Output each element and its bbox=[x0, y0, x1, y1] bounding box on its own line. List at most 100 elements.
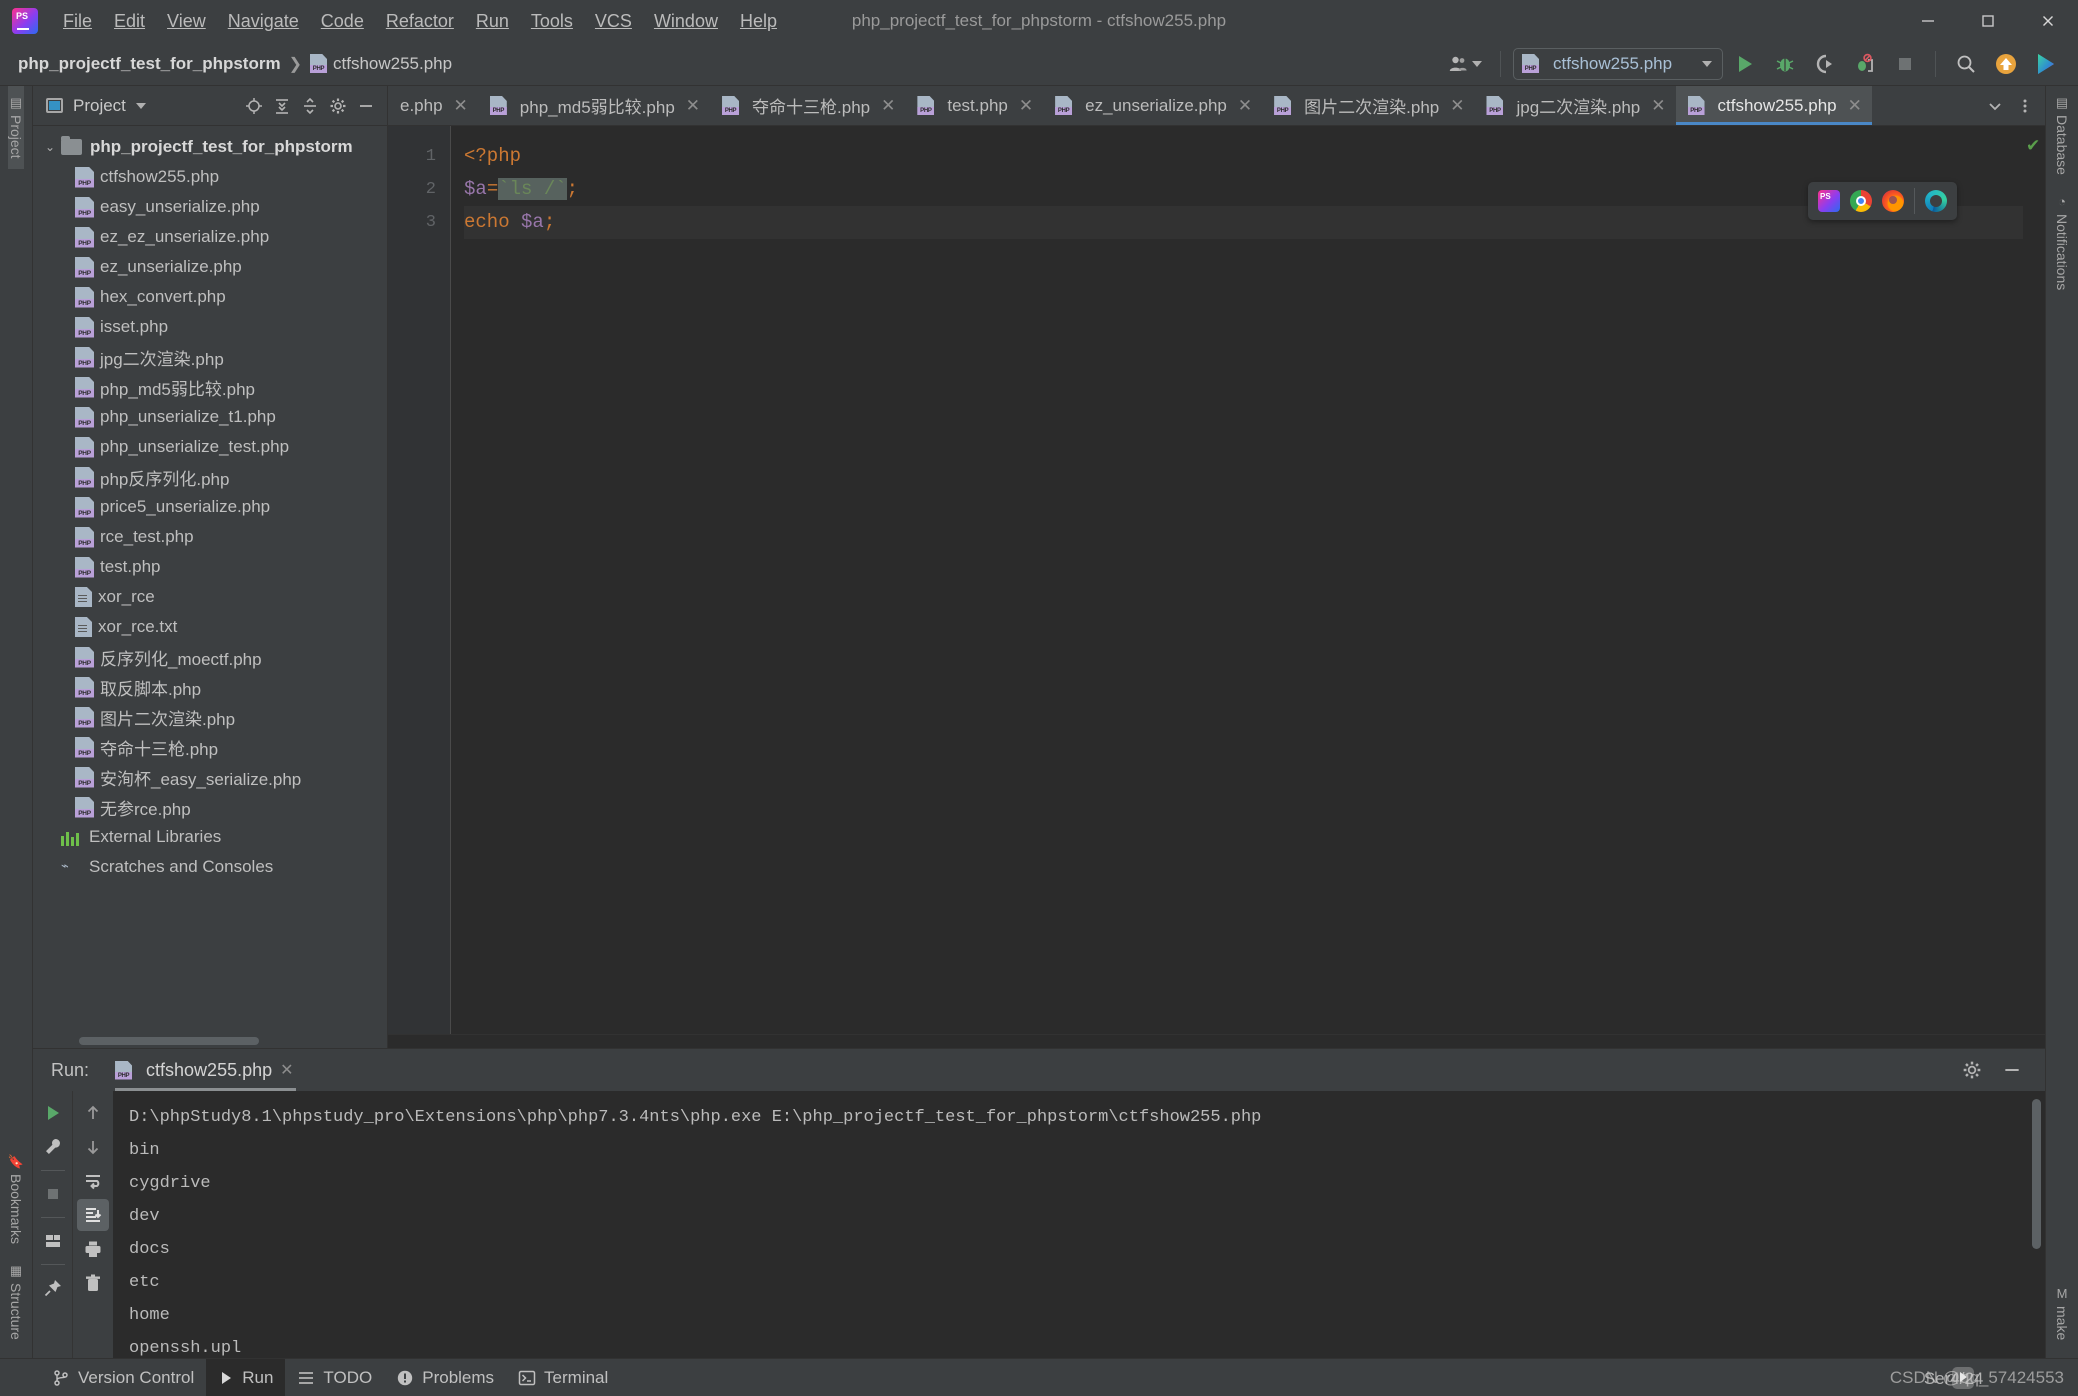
editor-tab-close-icon[interactable]: ✕ bbox=[881, 96, 895, 116]
editor-tab[interactable]: test.php ✕ bbox=[905, 86, 1043, 125]
status-version-control[interactable]: Version Control bbox=[40, 1359, 206, 1396]
select-opened-file-icon[interactable] bbox=[241, 93, 267, 119]
rail-item-database[interactable]: ▤ Database bbox=[2054, 86, 2070, 185]
tree-item[interactable]: 反序列化_moectf.php bbox=[33, 642, 387, 672]
project-horizontal-scrollbar[interactable] bbox=[33, 1034, 387, 1048]
minimize-button[interactable] bbox=[1898, 0, 1958, 42]
tree-item[interactable]: 夺命十三枪.php bbox=[33, 732, 387, 762]
update-project-button[interactable] bbox=[1988, 48, 2024, 80]
tree-item[interactable]: easy_unserialize.php bbox=[33, 192, 387, 222]
tree-item[interactable]: test.php bbox=[33, 552, 387, 582]
tree-item[interactable]: 图片二次渲染.php bbox=[33, 702, 387, 732]
tree-item[interactable]: ⌄ php_projectf_test_for_phpstorm bbox=[33, 132, 387, 162]
menu-view[interactable]: View bbox=[156, 7, 217, 36]
maximize-button[interactable] bbox=[1958, 0, 2018, 42]
clear-all-button[interactable] bbox=[77, 1267, 109, 1299]
status-run[interactable]: Run bbox=[206, 1359, 286, 1396]
tree-item[interactable]: xor_rce.txt bbox=[33, 612, 387, 642]
code-line[interactable]: <?php bbox=[464, 140, 2023, 173]
editor-tab-close-icon[interactable]: ✕ bbox=[1450, 96, 1464, 116]
pin-tab-button[interactable] bbox=[37, 1272, 69, 1304]
menu-tools[interactable]: Tools bbox=[520, 7, 584, 36]
scroll-to-end-button[interactable] bbox=[77, 1199, 109, 1231]
menu-edit[interactable]: Edit bbox=[103, 7, 156, 36]
stop-button[interactable] bbox=[1887, 48, 1923, 80]
status-todo[interactable]: TODO bbox=[285, 1359, 384, 1396]
tree-item[interactable]: 无参rce.php bbox=[33, 792, 387, 822]
rail-item-notifications[interactable]: ◔ Notifications bbox=[2054, 185, 2070, 300]
tree-item[interactable]: php反序列化.php bbox=[33, 462, 387, 492]
hide-run-panel-icon[interactable] bbox=[1997, 1055, 2027, 1085]
account-button[interactable] bbox=[1442, 50, 1488, 78]
editor-tab-close-icon[interactable]: ✕ bbox=[1019, 96, 1033, 116]
run-with-coverage-button[interactable] bbox=[1807, 48, 1843, 80]
tab-options-icon[interactable] bbox=[2011, 92, 2039, 120]
project-file-tree[interactable]: ⌄ php_projectf_test_for_phpstorm ctfshow25… bbox=[33, 126, 387, 1034]
editor-tab-close-icon[interactable]: ✕ bbox=[1651, 96, 1665, 116]
editor-tab-close-icon[interactable]: ✕ bbox=[686, 96, 700, 116]
menu-window[interactable]: Window bbox=[643, 7, 729, 36]
tree-item[interactable]: External Libraries bbox=[33, 822, 387, 852]
run-settings-gear-icon[interactable] bbox=[1957, 1055, 1987, 1085]
tree-item[interactable]: isset.php bbox=[33, 312, 387, 342]
project-settings-gear-icon[interactable] bbox=[325, 93, 351, 119]
tree-item[interactable]: rce_test.php bbox=[33, 522, 387, 552]
tree-item[interactable]: ⌁ Scratches and Consoles bbox=[33, 852, 387, 882]
debug-button[interactable] bbox=[1767, 48, 1803, 80]
open-in-firefox-icon[interactable] bbox=[1882, 190, 1904, 212]
console-vertical-scrollbar[interactable] bbox=[2032, 1099, 2041, 1342]
editor-horizontal-scrollbar[interactable] bbox=[388, 1034, 2045, 1048]
menu-navigate[interactable]: Navigate bbox=[217, 7, 310, 36]
open-in-phpstorm-icon[interactable] bbox=[1818, 190, 1840, 212]
run-panel-tab[interactable]: ctfshow255.php ✕ bbox=[111, 1056, 304, 1091]
menu-file[interactable]: File bbox=[52, 7, 103, 36]
tree-item[interactable]: php_unserialize_t1.php bbox=[33, 402, 387, 432]
editor-tab-close-icon[interactable]: ✕ bbox=[1238, 96, 1252, 116]
editor-tab[interactable]: 图片二次渲染.php ✕ bbox=[1262, 86, 1474, 125]
menu-help[interactable]: Help bbox=[729, 7, 788, 36]
search-everywhere-button[interactable] bbox=[1948, 48, 1984, 80]
tree-item[interactable]: price5_unserialize.php bbox=[33, 492, 387, 522]
tree-item[interactable]: php_unserialize_test.php bbox=[33, 432, 387, 462]
editor-tab-close-icon[interactable]: ✕ bbox=[1848, 96, 1862, 116]
menu-vcs[interactable]: VCS bbox=[584, 7, 643, 36]
close-button[interactable] bbox=[2018, 0, 2078, 42]
open-in-chrome-icon[interactable] bbox=[1850, 190, 1872, 212]
tree-item[interactable]: php_md5弱比较.php bbox=[33, 372, 387, 402]
print-button[interactable] bbox=[77, 1233, 109, 1265]
tree-item[interactable]: 安洵杯_easy_serialize.php bbox=[33, 762, 387, 792]
tree-item[interactable]: jpg二次渲染.php bbox=[33, 342, 387, 372]
rerun-button[interactable] bbox=[37, 1097, 69, 1129]
editor-tab[interactable]: jpg二次渲染.php ✕ bbox=[1474, 86, 1675, 125]
tree-item[interactable]: xor_rce bbox=[33, 582, 387, 612]
editor-tab[interactable]: 夺命十三枪.php ✕ bbox=[710, 86, 905, 125]
breadcrumb-project[interactable]: php_projectf_test_for_phpstorm bbox=[18, 54, 281, 74]
hide-panel-icon[interactable] bbox=[353, 93, 379, 119]
tree-expand-chevron-icon[interactable]: ⌄ bbox=[39, 140, 61, 154]
layout-settings-button[interactable] bbox=[37, 1225, 69, 1257]
editor-tab-close-icon[interactable]: ✕ bbox=[454, 96, 468, 116]
soft-wrap-button[interactable] bbox=[77, 1165, 109, 1197]
run-configuration-selector[interactable]: ctfshow255.php bbox=[1513, 47, 1723, 80]
rail-item-make[interactable]: M make bbox=[2054, 1277, 2070, 1350]
status-problems[interactable]: Problems bbox=[384, 1359, 506, 1396]
run-console-output[interactable]: D:\phpStudy8.1\phpstudy_pro\Extensions\p… bbox=[113, 1091, 2045, 1358]
edit-configuration-button[interactable] bbox=[37, 1131, 69, 1163]
open-in-edge-icon[interactable] bbox=[1925, 190, 1947, 212]
code-line[interactable]: echo $a; bbox=[464, 206, 2023, 239]
run-tab-close-icon[interactable]: ✕ bbox=[280, 1060, 293, 1080]
collapse-all-icon[interactable] bbox=[297, 93, 323, 119]
tree-item[interactable]: ez_unserialize.php bbox=[33, 252, 387, 282]
menu-code[interactable]: Code bbox=[310, 7, 375, 36]
code-line[interactable]: $a=`ls /`; bbox=[464, 173, 2023, 206]
code-content[interactable]: <?php $a=`ls /`; echo $a; bbox=[450, 126, 2023, 1034]
code-editor[interactable]: 123 <?php $a=`ls /`; echo $a; ✔ bbox=[388, 126, 2045, 1034]
project-view-chevron-down-icon[interactable] bbox=[135, 102, 146, 109]
expand-all-icon[interactable] bbox=[269, 93, 295, 119]
down-stack-button[interactable] bbox=[77, 1131, 109, 1163]
editor-tab[interactable]: e.php ✕ bbox=[388, 86, 478, 125]
idea-feature-button[interactable] bbox=[2028, 48, 2064, 80]
menu-refactor[interactable]: Refactor bbox=[375, 7, 465, 36]
editor-tab[interactable]: ctfshow255.php ✕ bbox=[1675, 86, 1873, 125]
editor-tab[interactable]: ez_unserialize.php ✕ bbox=[1043, 86, 1262, 125]
